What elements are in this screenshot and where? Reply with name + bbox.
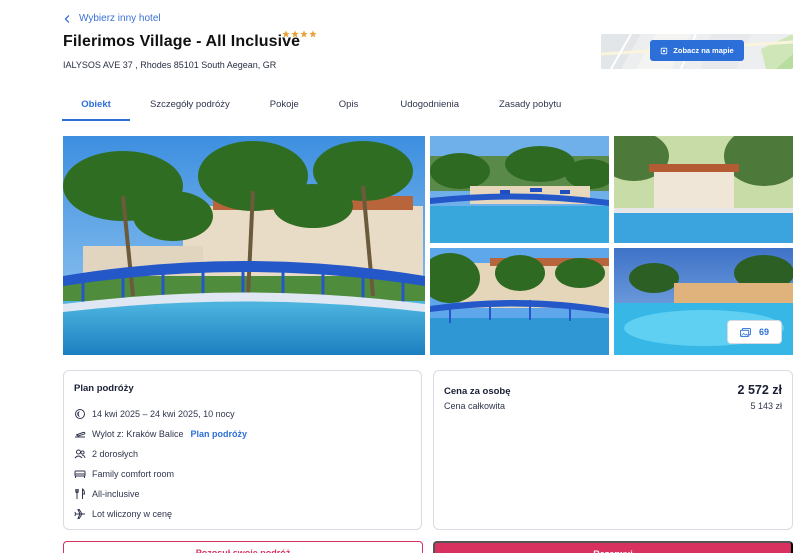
trip-dates-row: 14 kwi 2025 – 24 kwi 2025, 10 nocy	[74, 408, 235, 420]
price-per-person-value: 2 572 zł	[737, 383, 782, 397]
price-total-value: 5 143 zł	[750, 401, 782, 411]
show-map-button[interactable]: Zobacz na mapie	[650, 40, 744, 61]
back-to-hotels-link[interactable]: Wybierz inny hotel	[63, 13, 161, 24]
guests-row: 2 dorosłych	[74, 448, 138, 460]
guests-icon	[74, 448, 86, 460]
tab-szczegoly-podrozy[interactable]: Szczegóły podróży	[150, 92, 230, 120]
price-total-label: Cena całkowita	[444, 401, 506, 411]
price-per-person-row: Cena za osobę 2 572 zł	[444, 383, 782, 397]
board-type: All-inclusive	[92, 489, 140, 499]
share-trip-button[interactable]: Pozosuł swoje podróż	[63, 541, 423, 553]
trip-dates: 14 kwi 2025 – 24 kwi 2025, 10 nocy	[92, 409, 235, 419]
hotel-stars	[282, 30, 317, 38]
gallery-photo-2[interactable]	[430, 136, 609, 243]
flight-included-row: Lot wliczony w cenę	[74, 508, 172, 520]
star-icon	[300, 30, 308, 38]
departure-airport: Wylot z: Kraków Balice	[92, 429, 184, 439]
plane-icon	[74, 508, 86, 520]
star-icon	[282, 30, 290, 38]
flight-included: Lot wliczony w cenę	[92, 509, 173, 519]
room-row: Family comfort room	[74, 468, 174, 480]
show-map-label: Zobacz na mapie	[673, 46, 734, 55]
tab-opis[interactable]: Opis	[339, 92, 359, 120]
tab-obiekt[interactable]: Obiekt	[62, 92, 130, 121]
photo-count: 69	[758, 327, 769, 337]
guests-count: 2 dorosłych	[92, 449, 139, 459]
book-button[interactable]: Rezerwuj	[433, 541, 793, 553]
board-row: All-inclusive	[74, 488, 140, 500]
plane-departure-icon	[74, 428, 86, 440]
star-icon	[309, 30, 317, 38]
price-card: Cena za osobę 2 572 zł Cena całkowita 5 …	[433, 370, 793, 530]
price-total-row: Cena całkowita 5 143 zł	[444, 401, 782, 411]
trip-plan-link[interactable]: Plan podróży	[190, 429, 247, 439]
hotel-tabs: Obiekt Szczegóły podróży Pokoje Opis Udo…	[62, 92, 561, 121]
price-per-person-label: Cena za osobę	[444, 386, 511, 397]
trip-plan-title: Plan podróży	[74, 383, 134, 394]
hotel-address: IALYSOS AVE 37 , Rhodes 85101 South Aege…	[63, 60, 277, 70]
back-link-label: Wybierz inny hotel	[79, 13, 161, 24]
tab-pokoje[interactable]: Pokoje	[270, 92, 299, 120]
chevron-left-icon	[64, 14, 70, 23]
map-preview[interactable]: Zobacz na mapie	[601, 34, 793, 69]
gallery-photo-4[interactable]	[430, 248, 609, 355]
gallery-main-photo[interactable]	[63, 136, 425, 355]
tab-udogodnienia[interactable]: Udogodnienia	[400, 92, 459, 120]
room-type: Family comfort room	[92, 469, 175, 479]
star-icon	[291, 30, 299, 38]
hotel-name: Filerimos Village - All Inclusive	[63, 33, 301, 50]
show-all-photos-button[interactable]: 69	[727, 320, 782, 344]
bed-icon	[74, 468, 86, 480]
gallery-photo-3[interactable]	[614, 136, 793, 243]
calendar-moon-icon	[74, 408, 86, 420]
trip-plan-card: Plan podróży 14 kwi 2025 – 24 kwi 2025, …	[63, 370, 422, 530]
map-pin-icon	[661, 47, 668, 54]
photos-icon	[740, 327, 751, 337]
cutlery-icon	[74, 488, 86, 500]
departure-row: Wylot z: Kraków Balice Plan podróży	[74, 428, 247, 440]
tab-zasady-pobytu[interactable]: Zasady pobytu	[499, 92, 561, 120]
